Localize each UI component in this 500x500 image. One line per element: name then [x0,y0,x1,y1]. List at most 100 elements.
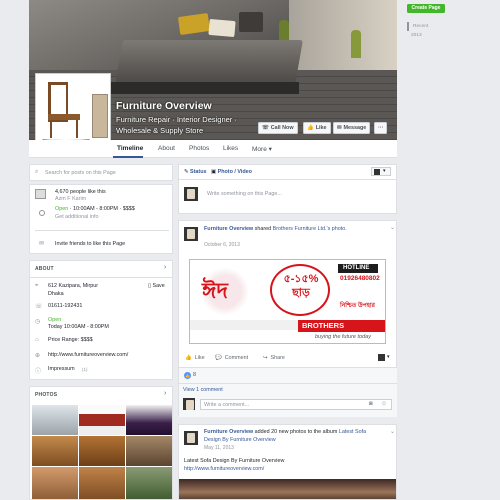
photo-thumbnail[interactable] [126,436,172,466]
emoji-icon[interactable]: ☺ [381,401,387,407]
shared-photo-link[interactable]: photo. [332,226,347,232]
hours-row[interactable]: Open · 10:00AM - 8:00PM · $$$$ [55,206,135,212]
photo-tab-label: Photo / Video [217,169,252,175]
additional-info-link[interactable]: Get additional info [55,214,98,220]
liker-avatar [35,189,46,199]
page-title[interactable]: Furniture Overview [116,100,212,112]
phone-icon: ☏ [262,124,269,131]
today-hours: Today 10:00AM - 8:00PM [48,324,109,330]
like-page-button[interactable]: 👍 Like [303,122,331,134]
album-photo[interactable] [179,479,396,499]
tab-photos[interactable]: Photos [189,145,209,152]
about-header[interactable]: ABOUT [35,266,54,272]
likes-count[interactable]: 4,670 people like this [55,189,106,195]
impressum-link[interactable]: Impressum [48,366,75,372]
status-tab[interactable]: ✎ Status [184,169,207,175]
tab-about[interactable]: About [158,145,175,152]
year-2013[interactable]: 2013 [407,31,437,40]
page-stats-card: 4,670 people like this Azm F Karim Open … [29,184,173,254]
composer-input[interactable]: Write something on this Page... [207,191,282,197]
photo-video-tab[interactable]: ▣ Photo / Video [211,169,252,175]
gift-text: নিশ্চিত উপহার [340,303,375,309]
more-options-button[interactable]: ··· [374,122,388,134]
post-as-selector[interactable]: ▾ [371,167,391,176]
call-now-label: Call Now [270,124,294,131]
message-label: Message [343,124,367,131]
camera-icon: ▣ [211,169,217,175]
photo-thumbnail[interactable] [79,467,125,499]
hours-range: · 10:00AM - 8:00PM · $$$$ [68,206,135,212]
globe-icon: ⊕ [35,353,41,359]
bookmark-icon: ▯ [148,283,151,289]
comment-label: Comment [224,355,249,361]
like-label: Like [315,124,327,131]
post-header-text: Furniture Overview added 20 new photos t… [204,428,384,444]
invite-friends-link[interactable]: Invite friends to like this Page [55,241,125,247]
call-now-button[interactable]: ☏ Call Now [258,122,298,134]
status-tab-label: Status [190,169,207,175]
chevron-down-icon[interactable]: ⌄ [390,428,395,435]
camera-icon[interactable]: ◙ [369,401,373,407]
save-label: Save [152,283,165,289]
search-posts-box[interactable]: ⌕ Search for posts on this Page [29,164,173,181]
view-comments-link[interactable]: View 1 comment [183,387,223,393]
active-tab-indicator [113,156,143,158]
photo-thumbnail[interactable] [126,405,172,435]
chevron-down-icon[interactable]: ⌄ [390,224,395,231]
share-label: Share [270,355,285,361]
hotline-label: HOTLINE [343,265,370,271]
like-button[interactable]: 👍 Like [185,355,205,361]
website-link[interactable]: http://www.furnitureoverview.com/ [48,352,128,358]
phone-number[interactable]: 01611-192431 [48,303,82,309]
divider [179,179,397,180]
shared-ad-image[interactable]: ঈদ ৫-১৫% ছাড় HOTLINE 01926480802 নিশ্চি… [189,259,386,344]
author-link[interactable]: Furniture Overview [204,429,253,435]
photo-thumbnail[interactable] [32,405,78,435]
divider [179,383,397,384]
chevron-right-icon[interactable]: › [164,264,166,271]
post-link[interactable]: http://www.furnitureoverview.com/ [184,466,264,472]
message-button[interactable]: ✉ Message [333,122,371,134]
location-pin-icon: ⌖ [35,283,39,289]
page-tabs: Timeline About Photos Likes More ▾ [29,140,397,158]
post-header-text: Furniture Overview shared Brothers Furni… [204,225,384,233]
open-now-label[interactable]: Open [48,317,61,323]
author-link[interactable]: Furniture Overview [204,226,253,232]
year-recent[interactable]: Recent [407,22,437,31]
photo-thumbnail[interactable] [126,467,172,499]
save-location-button[interactable]: ▯ Save [148,283,165,289]
chevron-right-icon[interactable]: › [164,390,166,397]
search-placeholder: Search for posts on this Page [45,170,116,176]
tab-likes[interactable]: Likes [223,145,238,152]
liker-name[interactable]: Azm F Karim [55,196,86,202]
shared-page-link[interactable]: Brothers Furniture Ltd.'s [273,226,331,232]
page-avatar-small [378,354,385,361]
tab-more[interactable]: More ▾ [252,145,272,153]
comment-input[interactable]: Write a comment... ◙ ☺ [200,399,392,410]
page-avatar[interactable] [184,227,198,241]
photo-thumbnail[interactable] [79,436,125,466]
page-avatar[interactable] [184,431,198,445]
commenter-avatar [183,398,195,410]
discount-text: ৫-১৫% ছাড় [283,273,319,299]
like-reaction-icon: 👍 [184,372,191,379]
photo-thumbnail[interactable] [79,405,125,435]
profile-picture[interactable] [35,73,111,149]
comment-button[interactable]: 💬 Comment [215,355,248,361]
price-tag-icon: ⌂ [35,337,39,343]
reaction-as-selector[interactable]: ▾ [378,354,392,362]
tab-timeline[interactable]: Timeline [117,145,143,152]
photos-header[interactable]: PHOTOS [35,392,57,398]
comment-placeholder: Write a comment... [204,402,250,408]
address-text[interactable]: 612 Kazipara, Mirpur Dhaka [48,283,138,298]
impressum-hint: (1) [82,367,88,372]
post-date[interactable]: May 11, 2013 [204,445,234,451]
photo-thumbnail[interactable] [32,467,78,499]
pencil-icon: ✎ [184,169,189,175]
share-button[interactable]: ↪ Share [263,355,285,361]
photos-card: PHOTOS › [29,386,173,500]
photo-thumbnail[interactable] [32,436,78,466]
post-date[interactable]: October 6, 2013 [204,242,240,248]
create-page-button[interactable]: Create Page [407,4,445,13]
likes-count[interactable]: 8 [193,372,196,378]
